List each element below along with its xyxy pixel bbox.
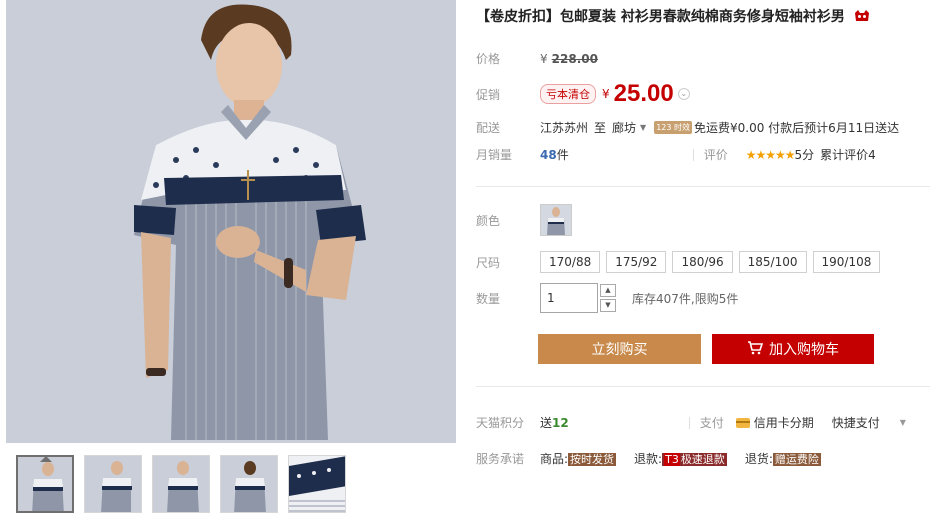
original-price-value: 228.00 bbox=[551, 51, 598, 66]
size-option-185[interactable]: 185/100 bbox=[738, 251, 807, 273]
color-swatch[interactable] bbox=[540, 204, 572, 236]
quantity-stepper: ▲ ▼ bbox=[600, 284, 616, 312]
fast-refund-text: 极速退款 bbox=[680, 453, 725, 466]
size-option-180[interactable]: 180/96 bbox=[672, 251, 733, 273]
add-to-cart-label: 加入购物车 bbox=[769, 341, 839, 357]
thumbnail-5[interactable] bbox=[288, 455, 346, 513]
service-return: 退货: 赠运费险 bbox=[745, 450, 821, 467]
divider bbox=[688, 416, 690, 429]
thumbnail-3[interactable] bbox=[152, 455, 210, 513]
shipping-label: 配送 bbox=[476, 121, 501, 135]
delivery-time-badge: 123 时效 bbox=[654, 121, 693, 134]
sales-label: 月销量 bbox=[476, 148, 513, 162]
price-label: 价格 bbox=[476, 52, 501, 66]
payment-label: 支付 bbox=[699, 416, 724, 430]
shipping-insurance-badge[interactable]: 赠运费险 bbox=[772, 453, 821, 466]
product-title: 【卷皮折扣】包邮夏装 衬衫男春款纯棉商务修身短袖衬衫男 bbox=[476, 6, 916, 26]
quantity-label: 数量 bbox=[476, 291, 501, 306]
fast-refund-t3: T3 bbox=[664, 453, 680, 466]
rating-stars-icon: ★★★★★ bbox=[745, 147, 796, 162]
sales-row: 月销量 48 件 评价 ★★★★★ 5分 累计评价4 bbox=[476, 146, 876, 163]
promo-tag: 亏本清仓 bbox=[540, 84, 596, 104]
thumbnail-1[interactable] bbox=[16, 455, 74, 513]
quantity-row: 数量 ▲ ▼ 库存407件,限购5件 bbox=[476, 283, 738, 313]
service-row: 服务承诺 商品: 按时发货 退款: T3 极速退款 退货: 赠运费险 bbox=[476, 450, 839, 467]
shipping-note: 免运费¥0.00 付款后预计6月11日送达 bbox=[694, 121, 900, 135]
rating-score: 5分 bbox=[794, 148, 815, 162]
chevron-down-icon[interactable]: ⌄ bbox=[677, 88, 690, 100]
original-price: ¥228.00 bbox=[540, 52, 598, 66]
size-option-175[interactable]: 175/92 bbox=[606, 251, 667, 273]
ship-from: 江苏苏州 bbox=[540, 121, 589, 135]
size-row: 尺码 170/88 175/92 180/96 185/100 190/108 bbox=[476, 251, 886, 273]
points-prefix: 送 bbox=[540, 416, 553, 430]
sales-unit: 件 bbox=[556, 148, 569, 162]
points-row: 天猫积分 送 12 支付 信用卡分期 快捷支付 ▼ bbox=[476, 414, 906, 431]
price-currency: ¥ bbox=[540, 51, 548, 66]
sales-count: 48 bbox=[540, 147, 557, 162]
service-refund-label: 退款: bbox=[634, 452, 663, 466]
quantity-input[interactable] bbox=[540, 283, 598, 313]
caret-down-icon[interactable]: ▼ bbox=[640, 123, 646, 132]
add-to-cart-button[interactable]: 加入购物车 bbox=[712, 334, 874, 364]
size-option-170[interactable]: 170/88 bbox=[540, 251, 601, 273]
buy-now-button[interactable]: 立刻购买 bbox=[538, 334, 701, 364]
divider bbox=[692, 148, 694, 161]
on-time-delivery-badge[interactable]: 按时发货 bbox=[568, 453, 617, 466]
product-title-text: 【卷皮折扣】包邮夏装 衬衫男春款纯棉商务修身短袖衬衫男 bbox=[476, 9, 845, 25]
promo-row: 促销 亏本清仓 ¥ 25.00 ⌄ bbox=[476, 80, 690, 108]
stock-text: 库存407件,限购5件 bbox=[632, 291, 739, 306]
cart-icon bbox=[747, 340, 769, 358]
service-goods: 商品: 按时发货 bbox=[540, 450, 617, 467]
shipping-row: 配送 江苏苏州 至 廊坊 ▼ 123 时效 免运费¥0.00 付款后预计6月11… bbox=[476, 119, 899, 136]
rating-label: 评价 bbox=[703, 148, 728, 162]
color-label: 颜色 bbox=[476, 213, 501, 228]
fast-refund-badge[interactable]: T3 极速退款 bbox=[662, 453, 727, 466]
thumbnail-2[interactable] bbox=[84, 455, 142, 513]
service-refund: 退款: T3 极速退款 bbox=[634, 450, 727, 467]
size-label: 尺码 bbox=[476, 255, 501, 270]
buy-now-label: 立刻购买 bbox=[591, 341, 648, 357]
main-product-image[interactable] bbox=[6, 0, 456, 443]
thumbnail-4[interactable] bbox=[220, 455, 278, 513]
caret-down-icon[interactable]: ▼ bbox=[900, 418, 906, 427]
review-count-link[interactable]: 累计评价4 bbox=[820, 146, 876, 163]
promo-label: 促销 bbox=[476, 87, 501, 102]
tmall-cat-icon bbox=[854, 9, 870, 23]
section-divider-2 bbox=[476, 386, 930, 387]
promo-price: 25.00 bbox=[613, 80, 674, 107]
size-option-190[interactable]: 190/108 bbox=[812, 251, 881, 273]
points-label: 天猫积分 bbox=[476, 416, 525, 430]
increase-icon[interactable]: ▲ bbox=[600, 284, 616, 297]
color-row: 颜色 bbox=[476, 204, 572, 236]
service-return-label: 退货: bbox=[744, 452, 773, 466]
ship-destination-select[interactable]: 廊坊 bbox=[612, 119, 636, 136]
quick-pay-option[interactable]: 快捷支付 bbox=[832, 414, 880, 431]
service-goods-label: 商品: bbox=[540, 452, 569, 466]
credit-installment-option[interactable]: 信用卡分期 bbox=[754, 414, 814, 431]
decrease-icon[interactable]: ▼ bbox=[600, 299, 616, 312]
thumbnail-strip bbox=[16, 455, 346, 513]
credit-card-icon bbox=[735, 417, 750, 428]
promo-currency: ¥ bbox=[602, 87, 610, 101]
service-label: 服务承诺 bbox=[476, 452, 525, 466]
points-value: 12 bbox=[552, 415, 569, 430]
ship-to-word: 至 bbox=[594, 121, 607, 135]
section-divider bbox=[476, 186, 930, 187]
price-row: 价格 ¥228.00 bbox=[476, 50, 598, 67]
